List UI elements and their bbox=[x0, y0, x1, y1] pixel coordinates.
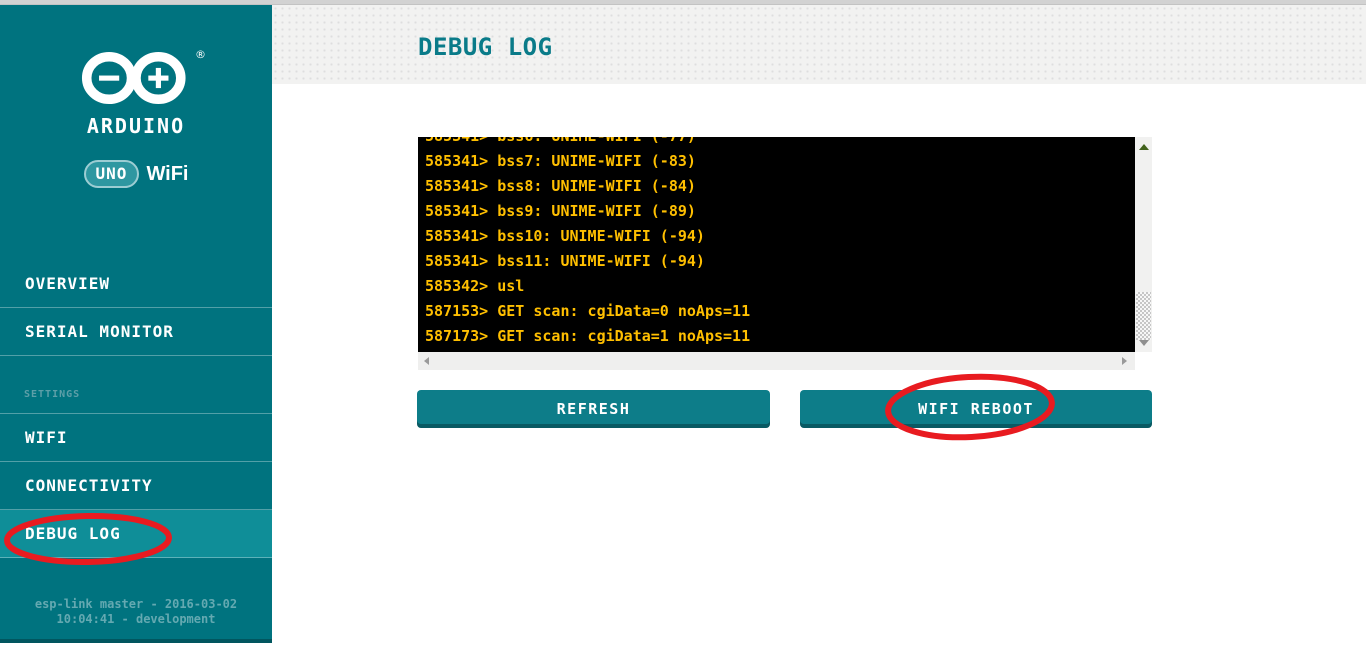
page-title: DEBUG LOG bbox=[418, 33, 553, 61]
scroll-right-icon[interactable] bbox=[1122, 357, 1127, 365]
log-line: 587153> GET scan: cgiData=0 noAps=11 bbox=[425, 299, 1135, 324]
log-line: 585341> bss11: UNIME-WIFI (-94) bbox=[425, 249, 1135, 274]
page-header: DEBUG LOG bbox=[272, 5, 1366, 84]
sidebar-nav: OVERVIEW SERIAL MONITOR SETTINGS WIFI CO… bbox=[0, 259, 272, 558]
brand: ® ARDUINO UNO WiFi bbox=[0, 50, 272, 188]
version-footer-line2: 10:04:41 - development bbox=[0, 612, 272, 627]
log-line: 585341> bss6: UNIME-WIFI (-77) bbox=[425, 137, 1135, 149]
uno-badge: UNO bbox=[84, 160, 140, 188]
logo-wrap: ® bbox=[80, 50, 192, 110]
refresh-button[interactable]: REFRESH bbox=[417, 390, 770, 428]
sidebar-item-debug-log[interactable]: DEBUG LOG bbox=[0, 510, 272, 558]
sidebar-item-wifi[interactable]: WIFI bbox=[0, 414, 272, 462]
version-footer-line1: esp-link master - 2016-03-02 bbox=[0, 597, 272, 612]
sidebar-item-serial-monitor[interactable]: SERIAL MONITOR bbox=[0, 308, 272, 356]
log-line: 587173> GET scan: cgiData=1 noAps=11 bbox=[425, 324, 1135, 349]
log-line: 585341> bss7: UNIME-WIFI (-83) bbox=[425, 149, 1135, 174]
sidebar-item-connectivity[interactable]: CONNECTIVITY bbox=[0, 462, 272, 510]
scroll-up-icon[interactable] bbox=[1139, 144, 1149, 150]
product-badge: UNO WiFi bbox=[0, 160, 272, 188]
log-line: 585341> bss9: UNIME-WIFI (-89) bbox=[425, 199, 1135, 224]
log-line: 585342> usl bbox=[425, 274, 1135, 299]
vertical-scrollbar[interactable] bbox=[1135, 137, 1152, 352]
settings-section: SETTINGS bbox=[0, 356, 272, 414]
sidebar-item-overview[interactable]: OVERVIEW bbox=[0, 259, 272, 308]
vertical-scrollbar-thumb[interactable] bbox=[1136, 292, 1151, 340]
settings-section-label: SETTINGS bbox=[24, 389, 80, 400]
registered-mark: ® bbox=[195, 48, 206, 61]
horizontal-scrollbar[interactable] bbox=[418, 352, 1135, 370]
log-line: 585341> bss10: UNIME-WIFI (-94) bbox=[425, 224, 1135, 249]
page: ® ARDUINO UNO WiFi OVERVIEW SERIAL MONIT… bbox=[0, 0, 1366, 648]
wifi-reboot-button[interactable]: WIFI REBOOT bbox=[800, 390, 1152, 428]
debug-console: 585341> bss6: UNIME-WIFI (-77) 585341> b… bbox=[418, 137, 1152, 370]
console-output[interactable]: 585341> bss6: UNIME-WIFI (-77) 585341> b… bbox=[418, 137, 1135, 352]
scroll-down-icon[interactable] bbox=[1139, 340, 1149, 346]
version-footer: esp-link master - 2016-03-02 10:04:41 - … bbox=[0, 597, 272, 627]
log-line: 585341> bss8: UNIME-WIFI (-84) bbox=[425, 174, 1135, 199]
brand-name: ARDUINO bbox=[0, 114, 272, 138]
sidebar: ® ARDUINO UNO WiFi OVERVIEW SERIAL MONIT… bbox=[0, 5, 272, 643]
wifi-wordmark: WiFi bbox=[146, 163, 188, 186]
arduino-logo-icon bbox=[80, 50, 192, 106]
scroll-left-icon[interactable] bbox=[424, 357, 429, 365]
